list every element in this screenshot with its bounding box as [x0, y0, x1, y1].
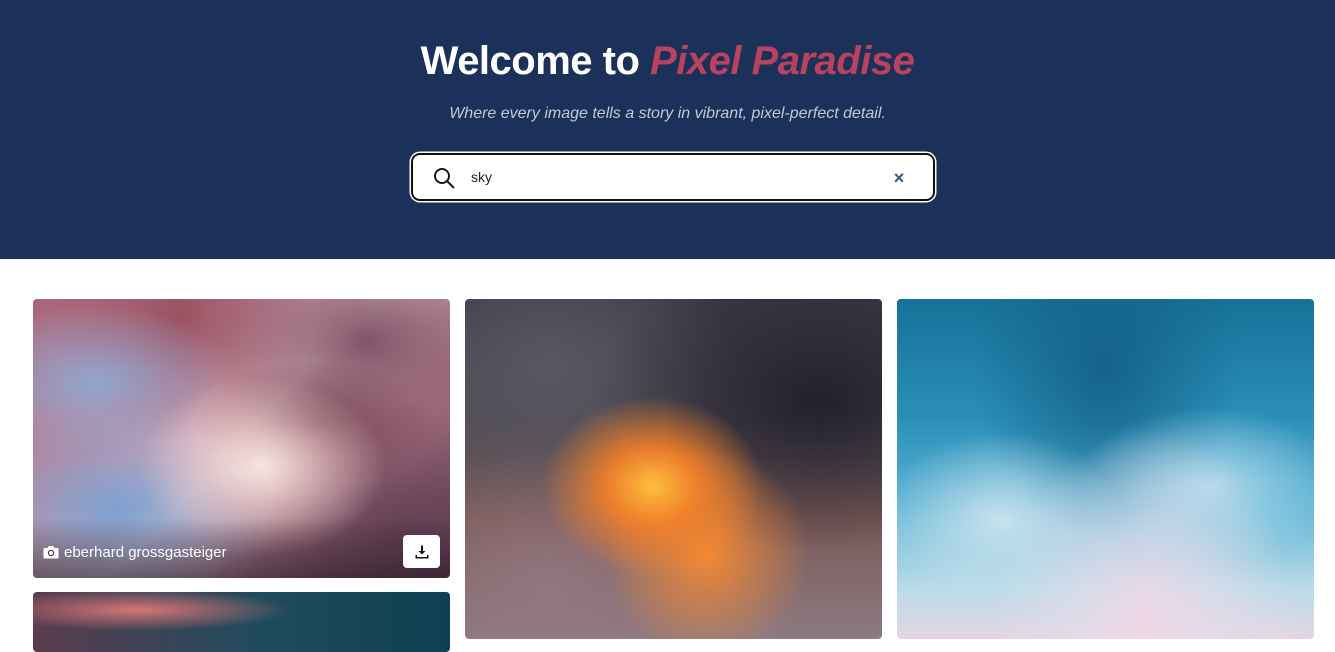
gallery-card[interactable]: eberhard grossgasteiger: [33, 299, 450, 578]
photographer-name: eberhard grossgasteiger: [64, 543, 227, 561]
title-prefix: Welcome to: [420, 39, 651, 83]
photographer-credit[interactable]: eberhard grossgasteiger: [43, 543, 227, 561]
download-button[interactable]: [403, 535, 440, 568]
search-icon[interactable]: [432, 166, 456, 190]
page-title: Welcome to Pixel Paradise: [0, 38, 1335, 84]
download-icon: [415, 545, 428, 558]
search-input[interactable]: [471, 163, 871, 191]
gallery-card[interactable]: [897, 299, 1314, 639]
camera-icon: [43, 546, 59, 559]
title-brand: Pixel Paradise: [650, 39, 915, 83]
gallery-card[interactable]: [465, 299, 882, 639]
gallery-card[interactable]: [33, 592, 450, 652]
search-bar: ×: [411, 153, 935, 201]
page-subtitle: Where every image tells a story in vibra…: [449, 105, 886, 122]
hero-header: Welcome to Pixel Paradise Where every im…: [0, 0, 1335, 259]
clear-search-button[interactable]: ×: [887, 166, 911, 190]
